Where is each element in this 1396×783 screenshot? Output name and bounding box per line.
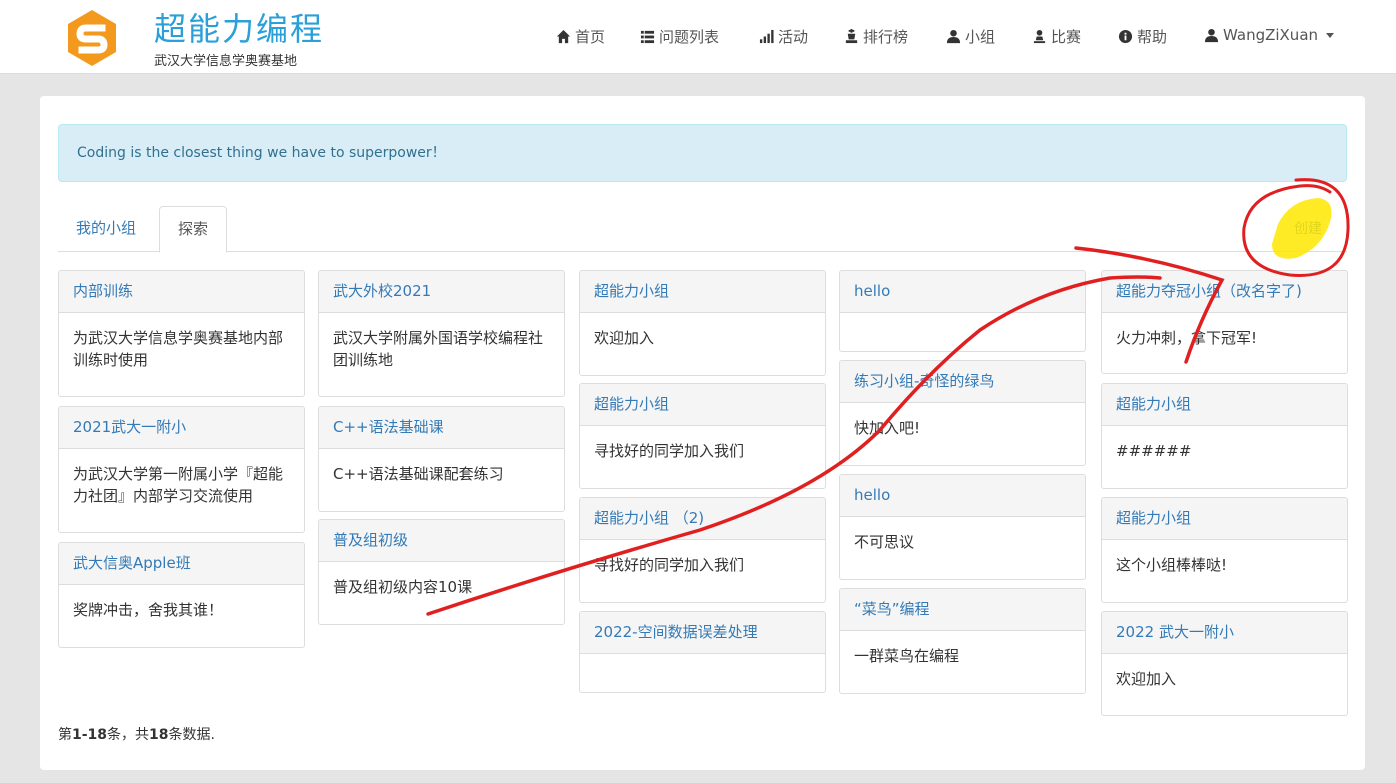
nav-rank[interactable]: 排行榜 xyxy=(844,26,908,47)
nav-username: WangZiXuan xyxy=(1223,26,1319,44)
group-card[interactable]: 超能力小组 欢迎加入 xyxy=(579,270,826,376)
group-card-desc: 欢迎加入 xyxy=(1116,670,1177,688)
nav-activity[interactable]: 活动 xyxy=(759,26,808,47)
group-card-title[interactable]: 2022 武大一附小 xyxy=(1102,612,1347,654)
brand-subtitle: 武汉大学信息学奥赛基地 xyxy=(154,54,298,69)
tab-my-groups[interactable]: 我的小组 xyxy=(58,206,154,252)
nav-contest[interactable]: 比赛 xyxy=(1032,26,1081,47)
caret-down-icon xyxy=(1326,32,1335,38)
logo-icon[interactable] xyxy=(64,8,120,68)
group-card[interactable]: 2021武大一附小 为武汉大学第一附属小学『超能力社团』内部学习交流使用 xyxy=(58,406,305,533)
nav-help-label: 帮助 xyxy=(1137,28,1168,46)
group-card[interactable]: 2022-空间数据误差处理 xyxy=(579,611,826,693)
group-card-title[interactable]: C++语法基础课 xyxy=(319,407,564,449)
group-card-desc: 普及组初级内容10课 xyxy=(333,578,473,596)
group-card-title[interactable]: 超能力小组 xyxy=(1102,384,1347,426)
group-card-desc: 快加入吧! xyxy=(854,419,921,437)
group-card-desc: 奖牌冲击，舍我其谁！ xyxy=(73,601,224,619)
top-navbar: 超能力编程 武汉大学信息学奥赛基地 首页 问题列表 活动 排行榜 小组 比赛 帮… xyxy=(0,0,1396,74)
group-card-desc xyxy=(840,313,1085,341)
group-card-title[interactable]: 普及组初级 xyxy=(319,520,564,562)
group-card-desc: 武汉大学附属外国语学校编程社团训练地 xyxy=(333,329,544,369)
main-panel: Coding is the closest thing we have to s… xyxy=(40,96,1365,770)
group-card[interactable]: 超能力小组 ###### xyxy=(1101,383,1348,489)
info-circle-icon xyxy=(1118,29,1133,44)
create-group-button[interactable]: 创建 xyxy=(1294,218,1322,238)
group-card-desc: 一群菜鸟在编程 xyxy=(854,647,960,665)
group-card-desc: 这个小组棒棒哒! xyxy=(1116,556,1228,574)
nav-user-menu[interactable]: WangZiXuan xyxy=(1204,26,1335,44)
nav-activity-label: 活动 xyxy=(778,28,809,46)
brand-title[interactable]: 超能力编程 xyxy=(154,4,324,50)
pager-total: 18 xyxy=(149,727,169,743)
chess-icon xyxy=(845,29,858,44)
home-icon xyxy=(556,29,571,44)
group-card-title[interactable]: 超能力小组 xyxy=(580,384,825,426)
user-icon xyxy=(946,29,961,44)
group-card-desc: 寻找好的同学加入我们 xyxy=(594,556,745,574)
group-card-title[interactable]: hello xyxy=(840,475,1085,517)
pager-prefix: 第 xyxy=(58,727,72,743)
group-card-desc: 不可思议 xyxy=(854,533,915,551)
group-card-desc: 为武汉大学信息学奥赛基地内部训练时使用 xyxy=(73,329,284,369)
group-card-title[interactable]: 超能力小组 xyxy=(1102,498,1347,540)
group-card[interactable]: hello xyxy=(839,270,1086,352)
group-card[interactable]: 练习小组-奇怪的绿鸟 快加入吧! xyxy=(839,360,1086,466)
group-card-title[interactable]: 练习小组-奇怪的绿鸟 xyxy=(840,361,1085,403)
group-card[interactable]: 武大信奥Apple班 奖牌冲击，舍我其谁！ xyxy=(58,542,305,648)
pawn-icon xyxy=(1033,29,1046,44)
group-card[interactable]: C++语法基础课 C++语法基础课配套练习 xyxy=(318,406,565,512)
group-card-title[interactable]: 超能力夺冠小组（改名字了) xyxy=(1102,271,1347,313)
nav-home-label: 首页 xyxy=(575,28,606,46)
group-card[interactable]: hello 不可思议 xyxy=(839,474,1086,580)
group-card-title[interactable]: 内部训练 xyxy=(59,271,304,313)
group-card-desc: 寻找好的同学加入我们 xyxy=(594,442,745,460)
group-card[interactable]: “菜鸟”编程 一群菜鸟在编程 xyxy=(839,588,1086,694)
group-card[interactable]: 普及组初级 普及组初级内容10课 xyxy=(318,519,565,625)
group-card-desc: 火力冲刺，拿下冠军! xyxy=(1116,329,1258,347)
pager-suffix: 条数据. xyxy=(168,727,215,743)
group-card[interactable]: 2022 武大一附小 欢迎加入 xyxy=(1101,611,1348,716)
nav-contest-label: 比赛 xyxy=(1051,28,1082,46)
group-card-title[interactable]: 2021武大一附小 xyxy=(59,407,304,449)
group-card[interactable]: 超能力小组 （2) 寻找好的同学加入我们 xyxy=(579,497,826,603)
pagination-summary: 第1-18条，共18条数据. xyxy=(58,724,215,744)
group-card-desc: ###### xyxy=(1116,442,1192,460)
list-icon xyxy=(640,30,655,44)
group-card[interactable]: 内部训练 为武汉大学信息学奥赛基地内部训练时使用 xyxy=(58,270,305,397)
pager-mid: 条，共 xyxy=(107,727,150,743)
group-card-title[interactable]: 超能力小组 xyxy=(580,271,825,313)
group-card-title[interactable]: 2022-空间数据误差处理 xyxy=(580,612,825,654)
nav-groups[interactable]: 小组 xyxy=(946,26,995,47)
group-card-title[interactable]: 武大信奥Apple班 xyxy=(59,543,304,585)
group-card[interactable]: 超能力小组 寻找好的同学加入我们 xyxy=(579,383,826,489)
nav-rank-label: 排行榜 xyxy=(863,28,909,46)
group-card-desc: C++语法基础课配套练习 xyxy=(333,465,504,483)
nav-problems-label: 问题列表 xyxy=(659,28,720,46)
group-tabs: 我的小组 探索 xyxy=(58,206,1347,253)
group-card[interactable]: 超能力小组 这个小组棒棒哒! xyxy=(1101,497,1348,603)
group-card[interactable]: 武大外校2021 武汉大学附属外国语学校编程社团训练地 xyxy=(318,270,565,397)
group-card-title[interactable]: 武大外校2021 xyxy=(319,271,564,313)
info-alert: Coding is the closest thing we have to s… xyxy=(58,124,1347,182)
nav-problems[interactable]: 问题列表 xyxy=(640,26,719,47)
group-card-title[interactable]: 超能力小组 （2) xyxy=(580,498,825,540)
nav-groups-label: 小组 xyxy=(965,28,996,46)
group-card[interactable]: 超能力夺冠小组（改名字了) 火力冲刺，拿下冠军! xyxy=(1101,270,1348,374)
nav-help[interactable]: 帮助 xyxy=(1118,26,1167,47)
nav-home[interactable]: 首页 xyxy=(556,26,605,47)
user-icon xyxy=(1204,28,1219,42)
group-card-desc xyxy=(580,654,825,682)
group-card-title[interactable]: hello xyxy=(840,271,1085,313)
group-card-desc: 欢迎加入 xyxy=(594,329,655,347)
group-card-title[interactable]: “菜鸟”编程 xyxy=(840,589,1085,631)
signal-icon xyxy=(759,29,774,44)
tab-explore[interactable]: 探索 xyxy=(159,206,228,253)
pager-range: 1-18 xyxy=(72,727,108,743)
group-card-desc: 为武汉大学第一附属小学『超能力社团』内部学习交流使用 xyxy=(73,465,284,505)
